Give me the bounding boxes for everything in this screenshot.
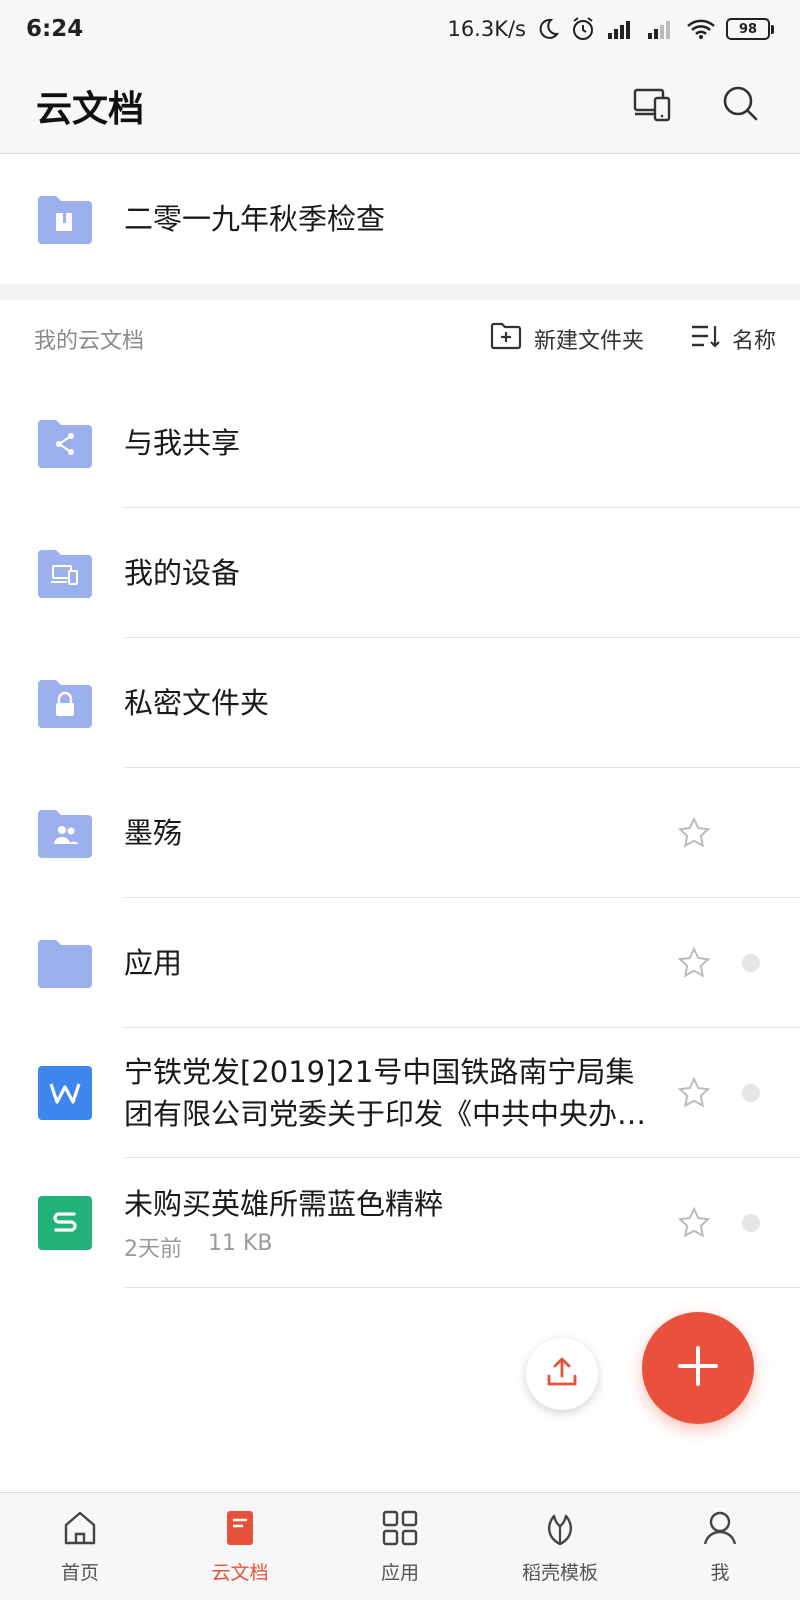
list-item[interactable]: 宁铁党发[2019]21号中国铁路南宁局集团有限公司党委关于印发《中共中央办公厅… xyxy=(0,1028,800,1158)
item-size: 11 KB xyxy=(208,1231,273,1256)
folder-icon xyxy=(38,938,92,988)
item-time: 2天前 xyxy=(124,1237,182,1262)
page-title: 云文档 xyxy=(36,88,145,130)
wifi-icon xyxy=(686,18,716,40)
nav-me[interactable]: 我 xyxy=(640,1493,800,1600)
nav-label: 我 xyxy=(710,1562,730,1584)
alarm-icon xyxy=(570,16,596,42)
list-item[interactable]: 私密文件夹 xyxy=(0,638,800,768)
moon-icon xyxy=(536,17,560,41)
star-icon[interactable] xyxy=(676,1205,712,1241)
sort-icon xyxy=(690,323,720,355)
section-label: 我的云文档 xyxy=(34,329,145,354)
plus-icon xyxy=(676,1344,720,1392)
section-header: 我的云文档 新建文件夹 名称 xyxy=(0,300,800,378)
new-folder-button[interactable]: 新建文件夹 xyxy=(490,322,644,356)
shared-folder-icon xyxy=(38,194,92,244)
search-button[interactable] xyxy=(718,83,764,129)
item-title: 私密文件夹 xyxy=(124,686,270,720)
signal-icon xyxy=(606,18,636,40)
list-item[interactable]: 我的设备 xyxy=(0,508,800,638)
user-icon xyxy=(700,1508,740,1552)
status-time: 6:24 xyxy=(26,16,84,42)
upload-button[interactable] xyxy=(526,1338,598,1410)
section-divider xyxy=(0,284,800,300)
leaf-icon xyxy=(540,1508,580,1552)
item-title: 未购买英雄所需蓝色精粹 xyxy=(124,1187,444,1221)
apps-grid-icon xyxy=(380,1508,420,1552)
list-item[interactable]: 未购买英雄所需蓝色精粹 2天前 11 KB xyxy=(0,1158,800,1288)
item-title: 宁铁党发[2019]21号中国铁路南宁局集团有限公司党委关于印发《中共中央办公厅… xyxy=(124,1055,647,1131)
status-icons: 16.3K/s 98 xyxy=(447,16,774,42)
star-icon[interactable] xyxy=(676,1075,712,1111)
cloud-doc-icon xyxy=(220,1508,260,1552)
item-title: 墨殇 xyxy=(124,816,183,850)
more-dot[interactable] xyxy=(742,1214,760,1232)
add-button[interactable] xyxy=(642,1312,754,1424)
search-icon xyxy=(721,84,761,128)
devices-button[interactable] xyxy=(630,83,676,129)
bottom-nav: 首页 云文档 应用 稻壳模板 我 xyxy=(0,1492,800,1600)
new-folder-label: 新建文件夹 xyxy=(533,329,644,354)
sort-label: 名称 xyxy=(731,329,776,354)
signal-icon xyxy=(646,18,676,40)
nav-label: 云文档 xyxy=(211,1562,269,1584)
star-icon[interactable] xyxy=(676,815,712,851)
list-item[interactable]: 应用 xyxy=(0,898,800,1028)
pinned-folder-row[interactable]: 二零一九年秋季检查 xyxy=(0,154,800,284)
share-folder-icon xyxy=(38,418,92,468)
group-folder-icon xyxy=(38,808,92,858)
wps-sheet-icon xyxy=(38,1196,92,1250)
app-header: 云文档 xyxy=(0,58,800,154)
more-dot[interactable] xyxy=(742,954,760,972)
pinned-folder-title: 二零一九年秋季检查 xyxy=(124,202,386,236)
star-icon[interactable] xyxy=(676,945,712,981)
more-dot[interactable] xyxy=(742,1084,760,1102)
net-speed: 16.3K/s xyxy=(447,17,526,41)
list-item[interactable]: 墨殇 xyxy=(0,768,800,898)
nav-home[interactable]: 首页 xyxy=(0,1493,160,1600)
item-title: 我的设备 xyxy=(124,556,241,590)
nav-label: 首页 xyxy=(60,1562,99,1584)
battery-level: 98 xyxy=(726,18,770,40)
lock-folder-icon xyxy=(38,678,92,728)
wps-writer-icon xyxy=(38,1066,92,1120)
new-folder-icon xyxy=(490,322,522,356)
devices-icon xyxy=(633,86,673,126)
nav-templates[interactable]: 稻壳模板 xyxy=(480,1493,640,1600)
item-title: 与我共享 xyxy=(124,426,241,460)
home-icon xyxy=(60,1508,100,1552)
item-title: 应用 xyxy=(124,946,183,980)
nav-cloud-docs[interactable]: 云文档 xyxy=(160,1493,320,1600)
nav-apps[interactable]: 应用 xyxy=(320,1493,480,1600)
status-bar: 6:24 16.3K/s 98 xyxy=(0,0,800,58)
nav-label: 稻壳模板 xyxy=(521,1562,598,1584)
device-folder-icon xyxy=(38,548,92,598)
upload-icon xyxy=(544,1354,580,1394)
battery-icon: 98 xyxy=(726,18,774,40)
nav-label: 应用 xyxy=(380,1562,419,1584)
list-item[interactable]: 与我共享 xyxy=(0,378,800,508)
sort-button[interactable]: 名称 xyxy=(690,323,776,355)
